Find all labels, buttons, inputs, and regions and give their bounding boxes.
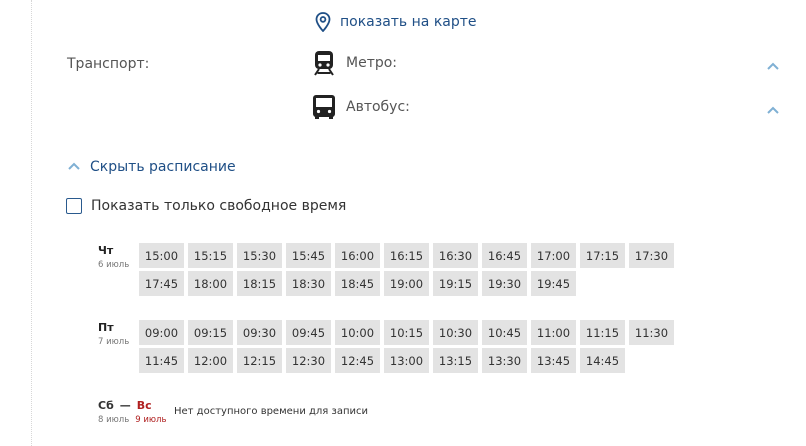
time-slot-button[interactable]: 11:15	[580, 320, 625, 345]
day-name: Пт	[98, 321, 114, 334]
time-slot-button[interactable]: 15:30	[237, 243, 282, 268]
time-slot-button[interactable]: 18:00	[188, 271, 233, 296]
free-time-only-checkbox[interactable]: Показать только свободное время	[66, 198, 346, 214]
time-slot-button[interactable]: 11:00	[531, 320, 576, 345]
time-slot-button[interactable]: 11:30	[629, 320, 674, 345]
time-slot-button[interactable]: 17:45	[139, 271, 184, 296]
time-slot-button[interactable]: 19:30	[482, 271, 527, 296]
sunday-name: Вс	[136, 399, 152, 412]
time-slot-button[interactable]: 13:15	[433, 348, 478, 373]
time-slot-button[interactable]: 10:45	[482, 320, 527, 345]
weekend-dash: —	[119, 399, 131, 412]
time-slot-button[interactable]: 16:15	[384, 243, 429, 268]
saturday-name: Сб	[98, 399, 114, 412]
time-slot-button[interactable]: 19:45	[531, 271, 576, 296]
time-slot-button[interactable]: 12:15	[237, 348, 282, 373]
time-slot-button[interactable]: 15:15	[188, 243, 233, 268]
time-slot-button[interactable]: 12:45	[335, 348, 380, 373]
day-name: Чт	[98, 244, 114, 257]
show-on-map-link[interactable]: показать на карте	[315, 12, 477, 32]
time-slot-button[interactable]: 13:30	[482, 348, 527, 373]
time-slot-button[interactable]: 16:00	[335, 243, 380, 268]
time-slot-button[interactable]: 16:30	[433, 243, 478, 268]
time-slot-button[interactable]: 10:00	[335, 320, 380, 345]
day-date: 7 июль	[98, 337, 130, 347]
time-slot-button[interactable]: 15:00	[139, 243, 184, 268]
time-slot-button[interactable]: 09:45	[286, 320, 331, 345]
time-slot-button[interactable]: 12:00	[188, 348, 233, 373]
time-slot-button[interactable]: 17:00	[531, 243, 576, 268]
time-slot-button[interactable]: 18:45	[335, 271, 380, 296]
time-slot-button[interactable]: 09:30	[237, 320, 282, 345]
time-slot-button[interactable]: 12:30	[286, 348, 331, 373]
sunday-date: 9 июль	[135, 415, 167, 425]
no-available-time-message: Нет доступного времени для записи	[174, 406, 368, 417]
time-slot-button[interactable]: 14:45	[580, 348, 625, 373]
left-border-line	[31, 0, 32, 446]
show-on-map-label: показать на карте	[340, 14, 477, 30]
time-slot-button[interactable]: 13:00	[384, 348, 429, 373]
hide-schedule-label: Скрыть расписание	[90, 159, 236, 175]
bus-icon	[312, 94, 336, 120]
time-slot-button[interactable]: 09:15	[188, 320, 233, 345]
day-date: 6 июль	[98, 260, 130, 270]
metro-train-icon	[312, 50, 336, 76]
time-slots-thu: 15:00 15:15 15:30 15:45 16:00 16:15 16:30 16:45…	[139, 243, 674, 296]
time-slot-button[interactable]: 11:45	[139, 348, 184, 373]
bus-label: Автобус:	[346, 99, 410, 115]
chevron-up-icon	[67, 159, 81, 175]
time-slot-button[interactable]: 17:30	[629, 243, 674, 268]
transport-bus: Автобус:	[312, 94, 410, 120]
time-slot-button[interactable]: 13:45	[531, 348, 576, 373]
time-slot-button[interactable]: 17:15	[580, 243, 625, 268]
time-slot-button[interactable]: 09:00	[139, 320, 184, 345]
transport-metro: Метро:	[312, 50, 397, 76]
hide-schedule-toggle[interactable]: Скрыть расписание	[67, 159, 236, 175]
time-slot-button[interactable]: 10:30	[433, 320, 478, 345]
checkbox-box[interactable]	[66, 198, 82, 214]
metro-label: Метро:	[346, 55, 398, 71]
time-slot-button[interactable]: 15:45	[286, 243, 331, 268]
bus-expand-chevron-icon[interactable]	[766, 100, 780, 119]
time-slot-button[interactable]: 16:45	[482, 243, 527, 268]
time-slot-button[interactable]: 19:15	[433, 271, 478, 296]
metro-expand-chevron-icon[interactable]	[766, 56, 780, 75]
day-label-fri: Пт 7 июль	[98, 322, 129, 348]
day-label-thu: Чт 6 июль	[98, 245, 129, 271]
weekend-label: Сб — Вс 8 июль 9 июль	[98, 400, 166, 426]
free-time-only-label: Показать только свободное время	[91, 198, 347, 214]
time-slot-button[interactable]: 10:15	[384, 320, 429, 345]
time-slot-button[interactable]: 18:15	[237, 271, 282, 296]
transport-label: Транспорт:	[67, 56, 150, 72]
time-slot-button[interactable]: 18:30	[286, 271, 331, 296]
saturday-date: 8 июль	[98, 415, 130, 425]
map-pin-icon	[315, 12, 331, 32]
time-slots-fri: 09:00 09:15 09:30 09:45 10:00 10:15 10:30 10:45…	[139, 320, 674, 373]
time-slot-button[interactable]: 19:00	[384, 271, 429, 296]
